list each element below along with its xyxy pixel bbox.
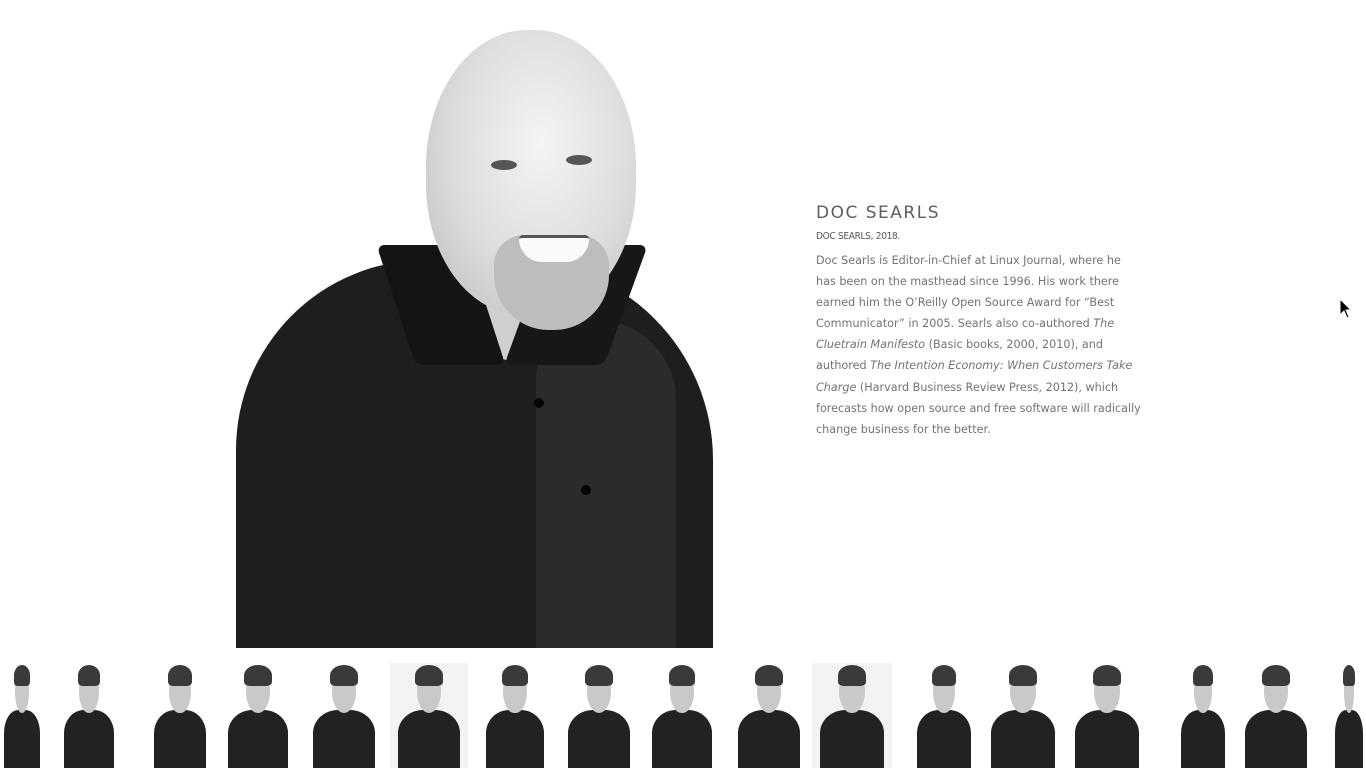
thumbnail-body [397,710,461,768]
thumbnail-body [737,710,801,768]
profile-name: DOC SEARLS [816,203,940,223]
thumbnail-hair [244,665,272,687]
thumbnail-hair [414,665,444,687]
portrait-thumbnail[interactable] [0,663,44,768]
thumbnail-body [1180,710,1226,768]
thumbnail-hair [1261,665,1291,687]
portrait-thumbnail[interactable] [1332,663,1366,768]
thumbnail-body [1244,710,1308,768]
thumbnail-body [820,710,884,768]
thumbnail-hair [329,665,359,687]
portrait-gallery-page: DOC SEARLS DOC SEARLS, 2018. Doc Searls … [0,0,1366,768]
portrait-eye-right [566,155,592,165]
thumbnail-hair [1192,665,1214,687]
bio-text: Doc Searls is Editor-in-Chief at Linux J… [816,254,1121,331]
bio-text: (Harvard Business Review Press, 2012), w… [816,380,1141,436]
portrait-shirt-button [534,398,544,408]
thumbnail-body [916,710,972,768]
thumbnail-hair [1008,665,1038,687]
thumbnail-hair [668,665,696,687]
portrait-thumbnail[interactable] [390,663,468,768]
thumbnail-body [227,710,289,768]
thumbnail-body [153,710,207,768]
portrait-shirt-shade [536,320,676,648]
thumbnail-hair [584,665,614,687]
portrait-thumbnail[interactable] [305,663,383,768]
featured-portrait-image [236,30,713,648]
thumbnail-hair [931,665,957,687]
thumbnail-body [486,710,544,768]
thumbnail-hair [168,665,192,687]
portrait-thumbnail[interactable] [1237,663,1315,768]
portrait-thumbnail[interactable] [645,663,719,768]
portrait-thumbnail[interactable] [1067,663,1147,768]
thumbnail-hair [14,665,30,687]
thumbnail-body [991,710,1055,768]
thumbnail-body [312,710,376,768]
portrait-thumbnail[interactable] [560,663,638,768]
thumbnail-body [567,710,631,768]
thumbnail-hair [754,665,784,687]
thumbnail-body [64,710,114,768]
profile-bio: DOC SEARLS DOC SEARLS, 2018. Doc Searls … [816,202,1141,440]
portrait-thumbnail[interactable] [1175,663,1231,768]
portrait-thumbnail[interactable] [479,663,551,768]
thumbnail-body [1075,710,1139,768]
portrait-thumbnail[interactable] [812,663,892,768]
portrait-thumbnail[interactable] [983,663,1063,768]
portrait-shirt-button [581,485,591,495]
thumbnail-body [652,710,712,768]
thumbnail-hair [837,665,867,687]
portrait-thumbnail[interactable] [910,663,978,768]
portrait-eye-left [491,160,517,170]
portrait-smile [519,235,589,262]
thumbnail-hair [77,665,101,687]
portrait-thumbnail[interactable] [58,663,120,768]
profile-description: Doc Searls is Editor-in-Chief at Linux J… [816,250,1141,440]
portrait-thumbnail[interactable] [730,663,808,768]
thumbnail-hair [1342,665,1356,687]
portrait-thumbnail[interactable] [147,663,213,768]
portrait-thumbnail[interactable] [220,663,296,768]
thumbnail-hair [1092,665,1122,687]
thumbnail-body [1335,710,1363,768]
thumbnail-hair [502,665,528,687]
thumbnail-body [4,710,40,768]
profile-caption: DOC SEARLS, 2018. [816,231,901,242]
thumbnail-strip [0,663,1366,768]
